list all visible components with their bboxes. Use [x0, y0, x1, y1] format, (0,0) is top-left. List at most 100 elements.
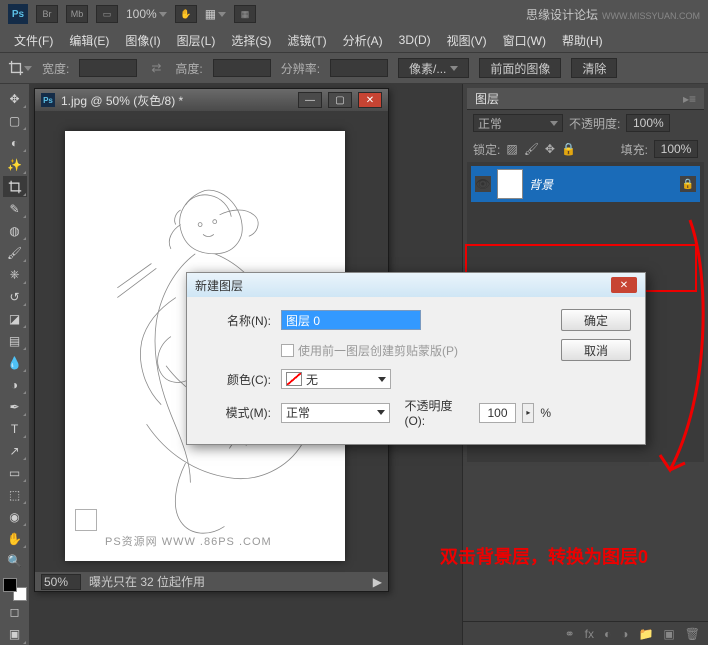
healing-tool[interactable]: ◍	[3, 220, 27, 241]
chevron-down-icon	[159, 12, 167, 17]
brush-tool[interactable]: 🖌	[3, 242, 27, 263]
marquee-tool[interactable]: ▢	[3, 110, 27, 131]
maximize-button[interactable]: ▢	[328, 92, 352, 108]
adjustment-icon[interactable]: ◑	[621, 627, 628, 641]
fg-color[interactable]	[3, 578, 17, 592]
dialog-close-button[interactable]: ✕	[611, 277, 637, 293]
name-input[interactable]	[281, 310, 421, 330]
link-layers-icon[interactable]: ⚭	[565, 627, 575, 641]
dodge-tool[interactable]: ◑	[3, 374, 27, 395]
lasso-tool[interactable]: ◐	[3, 132, 27, 153]
menu-edit[interactable]: 编辑(E)	[63, 30, 115, 51]
crop-tool[interactable]	[3, 176, 27, 197]
watermark: PS资源网 WWW .86PS .COM	[105, 533, 272, 549]
fx-icon[interactable]: fx	[585, 627, 594, 641]
chevron-down-icon	[550, 121, 558, 126]
menu-file[interactable]: 文件(F)	[8, 30, 59, 51]
close-button[interactable]: ✕	[358, 92, 382, 108]
seal-stamp	[75, 509, 97, 531]
zoom-dropdown[interactable]: 100%	[126, 7, 167, 21]
mask-icon[interactable]: ◐	[604, 627, 611, 641]
menu-help[interactable]: 帮助(H)	[556, 30, 609, 51]
menu-image[interactable]: 图像(I)	[119, 30, 166, 51]
quick-mask-button[interactable]: ◻	[3, 602, 27, 623]
group-icon[interactable]: 📁	[638, 627, 653, 641]
swap-icon[interactable]: ⇄	[147, 59, 165, 77]
panel-menu-icon[interactable]: ▸≡	[683, 92, 696, 106]
menu-window[interactable]: 窗口(W)	[497, 30, 552, 51]
resolution-input[interactable]	[330, 59, 388, 77]
chevron-down-icon	[218, 12, 226, 17]
bridge-button[interactable]: Br	[36, 5, 58, 23]
menu-filter[interactable]: 滤镜(T)	[281, 30, 332, 51]
menu-select[interactable]: 选择(S)	[225, 30, 277, 51]
eraser-tool[interactable]: ◪	[3, 308, 27, 329]
lock-transparency-icon[interactable]: ▨	[506, 142, 517, 156]
height-input[interactable]	[213, 59, 271, 77]
minibridge-button[interactable]: Mb	[66, 5, 88, 23]
hand-tool-button[interactable]: ✋	[175, 5, 197, 23]
extras-button[interactable]: ▦	[234, 5, 256, 23]
zoom-tool[interactable]: 🔍	[3, 550, 27, 571]
menu-3d[interactable]: 3D(D)	[393, 31, 437, 49]
color-swatch[interactable]	[3, 578, 27, 601]
clip-mask-checkbox: 使用前一图层创建剪贴蒙版(P)	[281, 342, 551, 359]
fill-input[interactable]: 100%	[654, 140, 698, 158]
status-arrow-icon[interactable]: ▶	[373, 575, 382, 589]
lock-pixels-icon[interactable]: 🖌	[524, 142, 539, 156]
eyedropper-tool[interactable]: ✎	[3, 198, 27, 219]
move-tool[interactable]: ✥	[3, 88, 27, 109]
lock-position-icon[interactable]: ✥	[545, 142, 555, 156]
type-tool[interactable]: T	[3, 418, 27, 439]
ok-button[interactable]: 确定	[561, 309, 631, 331]
annotation-text: 双击背景层，转换为图层0	[440, 543, 648, 569]
layer-name: 背景	[529, 176, 553, 193]
visibility-toggle[interactable]: 👁	[475, 176, 491, 192]
brand-text: 思缘设计论坛	[526, 8, 598, 22]
menu-view[interactable]: 视图(V)	[441, 30, 493, 51]
wand-tool[interactable]: ✨	[3, 154, 27, 175]
chevron-down-icon	[450, 66, 458, 71]
width-input[interactable]	[79, 59, 137, 77]
blur-tool[interactable]: 💧	[3, 352, 27, 373]
mode-value: 正常	[286, 404, 310, 421]
blend-mode-value: 正常	[478, 115, 502, 132]
lock-all-icon[interactable]: 🔒	[561, 142, 576, 156]
delete-layer-icon[interactable]: 🗑	[685, 627, 700, 641]
blend-mode-select[interactable]: 正常	[473, 114, 563, 132]
minimize-button[interactable]: —	[298, 92, 322, 108]
path-tool[interactable]: ↗	[3, 440, 27, 461]
hand-tool[interactable]: ✋	[3, 528, 27, 549]
opacity-spinner[interactable]: 100	[479, 403, 517, 423]
stamp-tool[interactable]: ⎈	[3, 264, 27, 285]
layer-row-background[interactable]: 👁 背景 🔒	[471, 166, 700, 202]
3d-tool[interactable]: ⬚	[3, 484, 27, 505]
screen-mode-tool[interactable]: ▣	[3, 624, 27, 645]
menu-analysis[interactable]: 分析(A)	[337, 30, 389, 51]
clear-button[interactable]: 清除	[571, 58, 617, 78]
mode-select[interactable]: 正常	[281, 403, 390, 423]
resolution-unit-label: 像素/...	[409, 60, 446, 77]
color-select[interactable]: 无	[281, 369, 391, 389]
opacity-spin-arrow[interactable]: ▸	[522, 403, 534, 423]
layer-thumbnail[interactable]	[497, 169, 523, 199]
new-layer-icon[interactable]: ▣	[663, 627, 674, 641]
history-brush-tool[interactable]: ↺	[3, 286, 27, 307]
3d-camera-tool[interactable]: ◉	[3, 506, 27, 527]
zoom-field[interactable]: 50%	[41, 574, 81, 590]
shape-tool[interactable]: ▭	[3, 462, 27, 483]
pen-tool[interactable]: ✒	[3, 396, 27, 417]
front-image-button[interactable]: 前面的图像	[479, 58, 561, 78]
chevron-down-icon	[378, 377, 386, 382]
layers-tab[interactable]: 图层	[475, 90, 499, 107]
arrange-dropdown[interactable]: ▦	[205, 7, 226, 21]
opacity-input[interactable]: 100%	[626, 114, 670, 132]
opacity-label: 不透明度:	[569, 115, 620, 132]
gradient-tool[interactable]: ▤	[3, 330, 27, 351]
crop-tool-icon[interactable]	[8, 56, 32, 80]
resolution-unit-dropdown[interactable]: 像素/...	[398, 58, 469, 78]
screen-mode-button[interactable]: ▭	[96, 5, 118, 23]
status-text: 曝光只在 32 位起作用	[89, 573, 205, 590]
cancel-button[interactable]: 取消	[561, 339, 631, 361]
menu-layer[interactable]: 图层(L)	[171, 30, 222, 51]
